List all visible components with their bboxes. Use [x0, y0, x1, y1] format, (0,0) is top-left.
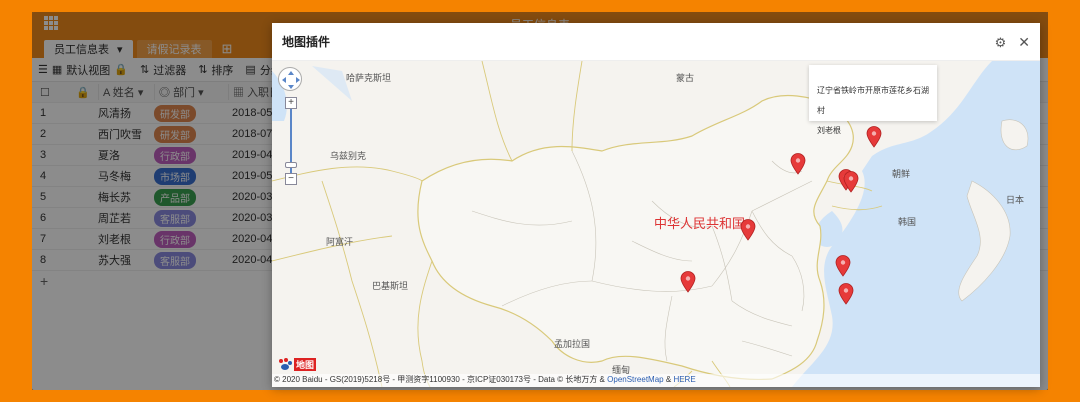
map-label-mongolia: 蒙古	[676, 73, 695, 83]
map-pin-icon[interactable]	[838, 283, 854, 305]
openstreetmap-link[interactable]: OpenStreetMap	[607, 375, 663, 384]
map-plugin-dialog: 地图插件 ⚙ ✕ 哈萨克斯坦 蒙古 乌兹别克 阿富汗 巴基斯坦 朝鲜 韩国 日本…	[272, 23, 1040, 387]
popup-address: 辽宁省铁岭市开原市莲花乡石湖村	[817, 86, 929, 115]
zoom-out-button[interactable]: −	[285, 173, 297, 185]
map-label-afghanistan: 阿富汗	[326, 237, 354, 247]
map-pin-icon[interactable]	[835, 255, 851, 277]
map-label-china: 中华人民共和国	[654, 216, 746, 231]
map-label-uzbekistan: 乌兹别克	[330, 151, 367, 161]
close-icon[interactable]: ✕	[1018, 34, 1030, 51]
map-label-bangladesh: 孟加拉国	[554, 339, 591, 349]
paw-icon	[279, 358, 292, 370]
zoom-in-button[interactable]: +	[285, 97, 297, 109]
here-link[interactable]: HERE	[673, 375, 695, 384]
map-canvas[interactable]: 哈萨克斯坦 蒙古 乌兹别克 阿富汗 巴基斯坦 朝鲜 韩国 日本 孟加拉国 缅甸 …	[272, 61, 1040, 387]
gear-icon[interactable]: ⚙	[995, 35, 1007, 51]
pan-control[interactable]	[278, 67, 302, 91]
map-pin-icon[interactable]	[843, 171, 859, 193]
baidu-logo: 地图	[276, 357, 317, 371]
dialog-title: 地图插件	[282, 35, 331, 49]
zoom-slider-handle[interactable]	[285, 162, 297, 168]
map-nav-control	[278, 67, 302, 91]
location-popup[interactable]: 辽宁省铁岭市开原市莲花乡石湖村 刘老根	[809, 65, 937, 135]
dialog-header: 地图插件 ⚙ ✕	[272, 23, 1040, 61]
map-copyright: © 2020 Baidu - GS(2019)5218号 - 甲测资字11009…	[272, 374, 1040, 387]
map-label-south-korea: 韩国	[898, 217, 917, 227]
map-pin-icon[interactable]	[680, 271, 696, 293]
map-label-korea: 朝鲜	[892, 169, 911, 179]
popup-name: 刘老根	[817, 126, 841, 135]
map-label-japan: 日本	[1006, 195, 1025, 205]
pan-arrows-icon	[282, 71, 300, 89]
map-pin-icon[interactable]	[740, 219, 756, 241]
map-label-pakistan: 巴基斯坦	[372, 281, 409, 291]
zoom-slider-track[interactable]	[290, 97, 292, 183]
map-pin-icon[interactable]	[790, 153, 806, 175]
map-label-kazakhstan: 哈萨克斯坦	[346, 73, 392, 83]
